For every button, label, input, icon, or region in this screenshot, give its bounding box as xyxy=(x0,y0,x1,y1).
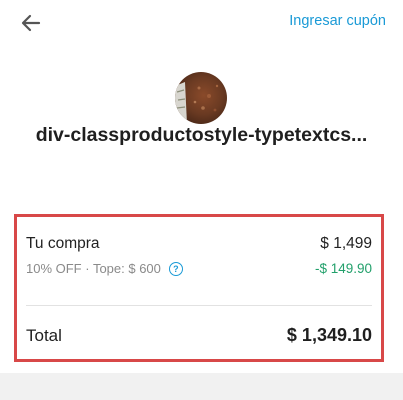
enter-coupon-link[interactable]: Ingresar cupón xyxy=(289,13,386,29)
total-amount: $ 1,349.10 xyxy=(286,325,372,345)
discount-row: 10% OFF · Tope: $ 600 ? -$ 149.90 xyxy=(26,261,372,276)
discount-label: 10% OFF · Tope: $ 600 xyxy=(26,261,161,276)
back-button[interactable] xyxy=(18,10,44,36)
product-title: div-classproductostyle-typetextcs... xyxy=(35,124,368,146)
purchase-label: Tu compra xyxy=(26,235,100,252)
total-label: Total xyxy=(26,325,62,345)
total-row: Total $ 1,349.10 xyxy=(26,325,372,346)
purchase-row: Tu compra $ 1,499 xyxy=(26,235,372,253)
price-summary-card: Tu compra $ 1,499 10% OFF · Tope: $ 600 … xyxy=(14,214,384,362)
product-thumbnail xyxy=(175,72,227,124)
discount-info: 10% OFF · Tope: $ 600 ? xyxy=(26,261,183,276)
summary-divider xyxy=(26,305,372,306)
arrow-left-icon xyxy=(21,14,41,32)
purchase-amount: $ 1,499 xyxy=(320,235,372,252)
question-circle-icon[interactable]: ? xyxy=(168,261,183,276)
top-bar: Ingresar cupón xyxy=(0,0,403,46)
checkout-screen: Ingresar cupón div-classproductostyle-ty… xyxy=(0,0,403,400)
bottom-section-background xyxy=(0,373,403,400)
discount-amount: -$ 149.90 xyxy=(314,261,372,276)
